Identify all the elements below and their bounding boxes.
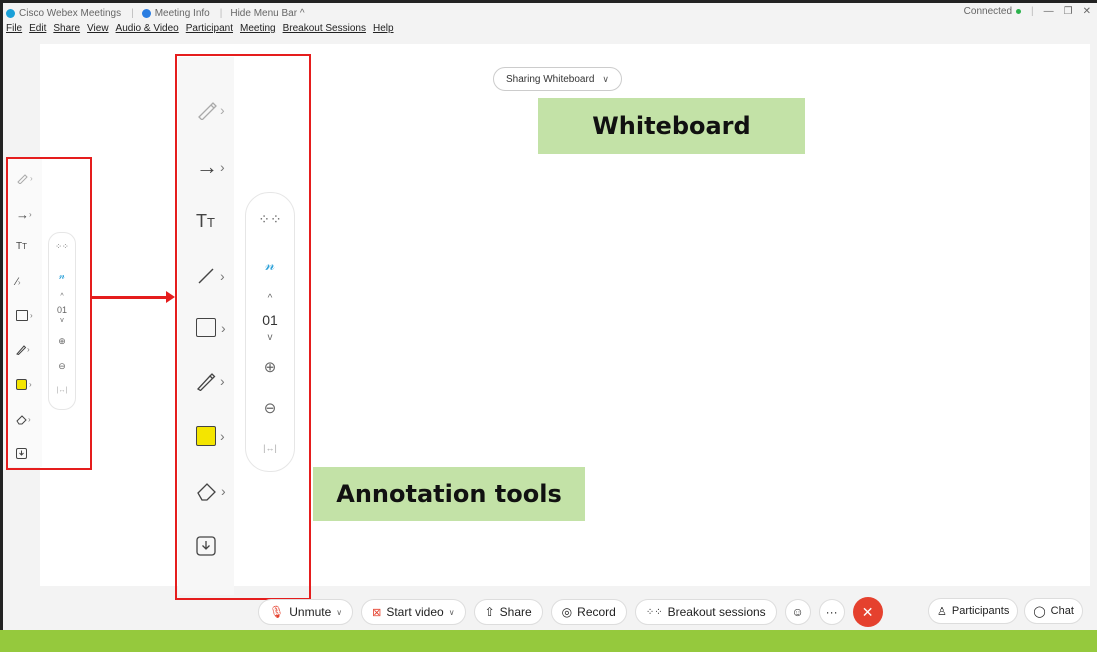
- meeting-info-button[interactable]: Meeting Info: [141, 7, 210, 19]
- hide-menu-bar-button[interactable]: Hide Menu Bar ^: [230, 8, 304, 19]
- callout-arrow-line: [90, 296, 168, 299]
- menu-meeting[interactable]: Meeting: [240, 23, 276, 37]
- unmute-button[interactable]: 🎙︎ Unmute ∨: [258, 599, 354, 625]
- panel-controls: ♙ Participants ◯ Chat ···: [928, 598, 1097, 624]
- chevron-down-icon: ∨: [602, 73, 609, 84]
- menu-audio-video[interactable]: Audio & Video: [116, 23, 179, 37]
- chat-icon: ◯: [1033, 605, 1046, 618]
- window-controls: Connected | — ❐ ✕: [963, 6, 1091, 17]
- muted-microphone-icon: 🎙︎: [269, 605, 285, 619]
- menu-edit[interactable]: Edit: [29, 23, 46, 37]
- menu-bar: File Edit Share View Audio & Video Parti…: [6, 23, 394, 37]
- connection-status: Connected: [964, 6, 1022, 17]
- panel-more-button[interactable]: ···: [1089, 598, 1097, 624]
- annotation-tools-label: Annotation tools: [313, 467, 585, 521]
- smiley-icon: ☺: [791, 605, 804, 619]
- record-label: Record: [577, 605, 616, 619]
- share-icon: ⇧: [484, 605, 495, 619]
- more-options-button[interactable]: ···: [818, 599, 845, 625]
- breakout-sessions-label: Breakout sessions: [667, 605, 766, 619]
- meeting-info-label: Meeting Info: [154, 7, 210, 19]
- chat-button[interactable]: ◯ Chat: [1024, 598, 1083, 624]
- meeting-controls: 🎙︎ Unmute ∨ ⊠ Start video ∨ ⇧ Share ◎ Re…: [258, 597, 883, 627]
- app-title: Cisco Webex Meetings: [6, 8, 121, 19]
- whiteboard-label: Whiteboard: [538, 98, 805, 154]
- minimize-icon[interactable]: —: [1044, 6, 1054, 17]
- record-icon: ◎: [561, 605, 573, 619]
- large-toolbar-highlight: [175, 54, 311, 600]
- start-video-button[interactable]: ⊠ Start video ∨: [361, 599, 466, 625]
- menu-breakout-sessions[interactable]: Breakout Sessions: [283, 23, 366, 37]
- chat-label: Chat: [1050, 605, 1074, 617]
- reactions-button[interactable]: ☺: [784, 599, 811, 625]
- small-toolbar-highlight: [6, 157, 92, 470]
- callout-arrow-head-icon: [166, 291, 175, 303]
- participants-button[interactable]: ♙ Participants: [928, 598, 1019, 624]
- record-button[interactable]: ◎ Record: [550, 599, 627, 625]
- title-bar: Cisco Webex Meetings | Meeting Info | Hi…: [6, 6, 1091, 20]
- breakout-icon: ⁘⁘: [645, 606, 663, 618]
- menu-file[interactable]: File: [6, 23, 22, 37]
- connected-dot-icon: [1016, 9, 1022, 14]
- menu-share[interactable]: Share: [53, 23, 80, 37]
- end-meeting-button[interactable]: ✕: [852, 597, 883, 627]
- share-button[interactable]: ⇧ Share: [473, 599, 543, 625]
- participants-label: Participants: [951, 605, 1010, 617]
- close-icon[interactable]: ✕: [1083, 6, 1091, 17]
- video-off-icon: ⊠: [372, 606, 382, 619]
- sharing-whiteboard-dropdown[interactable]: Sharing Whiteboard ∨: [493, 67, 622, 91]
- menu-participant[interactable]: Participant: [186, 23, 233, 37]
- more-icon: ···: [825, 605, 838, 619]
- chevron-down-icon: ∨: [448, 607, 455, 617]
- start-video-label: Start video: [386, 605, 444, 619]
- meeting-info-icon: [141, 8, 151, 18]
- menu-help[interactable]: Help: [373, 23, 394, 37]
- share-label: Share: [499, 605, 532, 619]
- hide-menu-bar-label: Hide Menu Bar ^: [230, 7, 305, 19]
- unmute-label: Unmute: [289, 605, 332, 619]
- restore-icon[interactable]: ❐: [1064, 6, 1073, 17]
- participants-icon: ♙: [937, 605, 947, 618]
- bottom-accent-bar: [0, 630, 1097, 652]
- breakout-sessions-button[interactable]: ⁘⁘ Breakout sessions: [634, 599, 777, 625]
- webex-logo-icon: [6, 8, 15, 18]
- sharing-label: Sharing Whiteboard: [506, 73, 595, 85]
- menu-view[interactable]: View: [87, 23, 109, 37]
- close-icon: ✕: [861, 603, 874, 620]
- chevron-down-icon: ∨: [336, 607, 343, 617]
- app-name: Cisco Webex Meetings: [19, 7, 122, 19]
